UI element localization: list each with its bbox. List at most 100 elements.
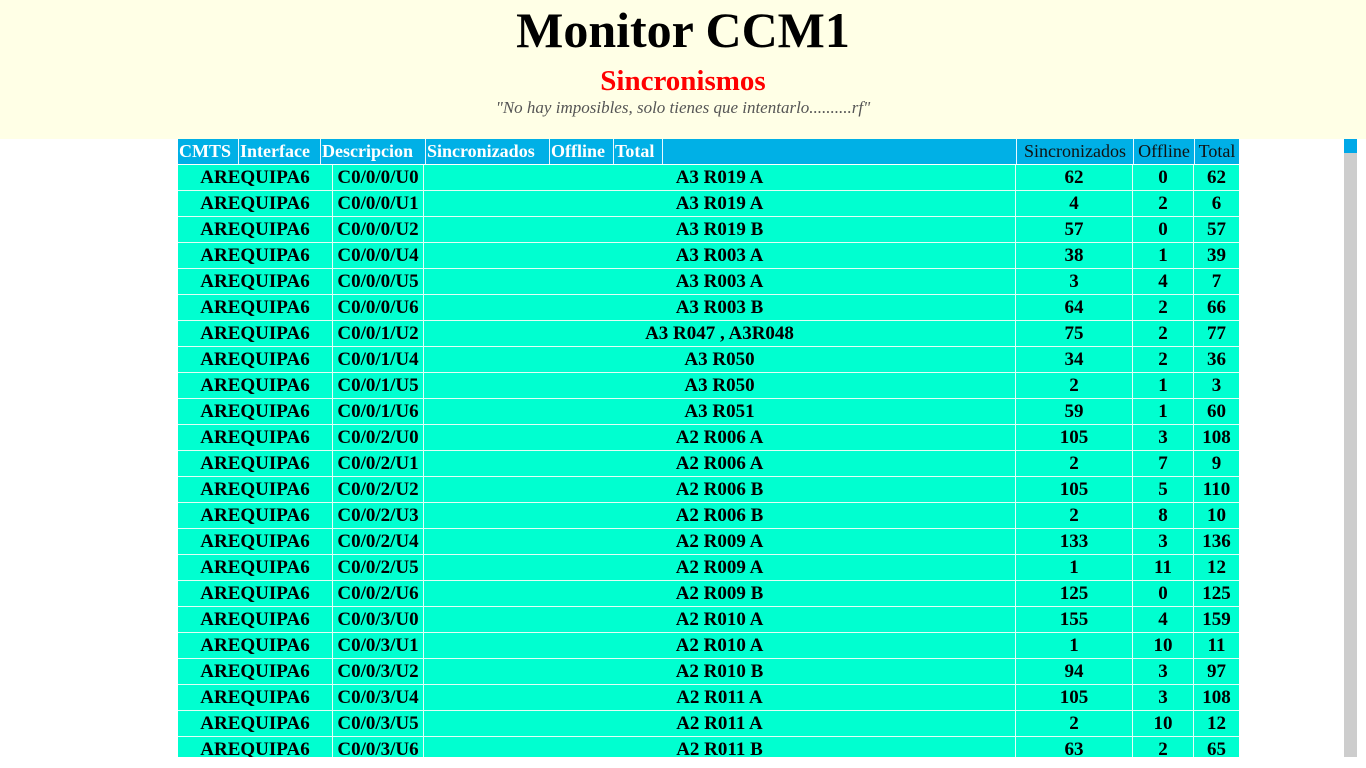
table-row: AREQUIPA6 C0/0/2/U1 A2 R006 A279 — [178, 451, 1239, 477]
cell-descripcion: A2 R009 B — [424, 581, 1016, 606]
cell-offline: 2 — [1133, 295, 1194, 320]
table-row: AREQUIPA6 C0/0/3/U2 A2 R010 B 94 3 97 — [178, 659, 1239, 685]
header-descripcion: Descripcion — [321, 139, 426, 164]
cell-total: 36 — [1207, 349, 1226, 370]
cell-total: 39 — [1207, 245, 1226, 266]
cell-descripcion: A2 R006 B — [424, 477, 1016, 502]
cell-offline: 8 — [1133, 503, 1194, 528]
cell-descripcion: A3 R003 B — [424, 295, 1016, 320]
cell-interface: C0/0/0/U6 — [333, 295, 424, 320]
cell-sincronizados: 133 — [1016, 529, 1133, 554]
cell-interface: C0/0/0/U2 — [333, 217, 424, 242]
page-title: Monitor CCM1 — [516, 2, 850, 58]
cell-cmts: AREQUIPA6 — [178, 295, 333, 320]
cell-total: 11 — [1207, 635, 1226, 656]
cell-offline: 10 — [1133, 633, 1194, 658]
cell-interface: C0/0/2/U5 — [333, 555, 424, 580]
cell-sincronizados: 64 — [1016, 295, 1133, 320]
cell-interface: C0/0/2/U1 — [333, 451, 424, 476]
cell-offline: 11 — [1133, 555, 1194, 580]
cell-total: 108 — [1202, 687, 1231, 708]
cell-cmts: AREQUIPA6 — [178, 555, 333, 580]
cell-descripcion: A2 R010 B — [424, 659, 1016, 684]
cell-descripcion: A2 R010 A — [424, 633, 1016, 658]
table-row: AREQUIPA6 C0/0/3/U4 A2 R011 A 105 3 108 — [178, 685, 1239, 711]
cell-total: 12 — [1207, 557, 1226, 578]
cell-sincronizados: 105 — [1016, 425, 1133, 450]
cell-total: 136 — [1202, 531, 1231, 552]
cell-sincronizados: 105 — [1016, 685, 1133, 710]
cell-descripcion: A2 R009 A — [424, 529, 1016, 554]
cell-descripcion: A2 R011 A — [424, 711, 1016, 736]
cell-total: 7 — [1211, 271, 1222, 292]
cell-offline: 3 — [1133, 529, 1194, 554]
cell-offline: 1 — [1133, 399, 1194, 424]
cell-offline: 3 — [1133, 685, 1194, 710]
table-row: AREQUIPA6 C0/0/0/U6 A3 R003 B 64 2 66 — [178, 295, 1239, 321]
cell-cmts: AREQUIPA6 — [178, 477, 333, 502]
cell-total: 97 — [1207, 661, 1226, 682]
cell-descripcion: A2 R006 B — [424, 503, 1016, 528]
cell-total: 110 — [1202, 479, 1231, 500]
cell-descripcion: A2 R011 A — [424, 685, 1016, 710]
cell-descripcion: A3 R050 — [424, 347, 1016, 372]
table-body: AREQUIPA6 C0/0/0/U0 A3 R019 A 62 0 62 AREQUIPA… — [178, 165, 1239, 757]
cell-offline: 4 — [1133, 269, 1194, 294]
cell-cmts: AREQUIPA6 — [178, 659, 333, 684]
cell-total: 65 — [1207, 739, 1226, 757]
cell-cmts: AREQUIPA6 — [178, 711, 333, 736]
cell-sincronizados: 4 — [1016, 191, 1133, 216]
cell-offline: 2 — [1133, 191, 1194, 216]
cell-interface: C0/0/1/U2 — [333, 321, 424, 346]
cell-interface: C0/0/2/U2 — [333, 477, 424, 502]
table-row: AREQUIPA6 C0/0/3/U0 A2 R010 A 155 4 159 — [178, 607, 1239, 633]
header-cmts: CMTS — [178, 139, 239, 164]
table-row: AREQUIPA6 C0/0/2/U5 A2 R009 A 1 11 12 — [178, 555, 1239, 581]
cell-sincronizados: 34 — [1016, 347, 1133, 372]
cell-offline: 10 — [1133, 711, 1194, 736]
cell-cmts: AREQUIPA6 — [178, 373, 333, 398]
vertical-scrollbar[interactable] — [1344, 139, 1357, 757]
cell-descripcion: A3 R019 A — [424, 165, 1016, 190]
table-row: AREQUIPA6 C0/0/3/U6 A2 R011 B 63 2 65 — [178, 737, 1239, 757]
cell-interface: C0/0/3/U0 — [333, 607, 424, 632]
cell-descripcion: A3 R047 , A3R048 — [424, 321, 1016, 346]
cell-interface: C0/0/3/U2 — [333, 659, 424, 684]
cell-descripcion: A2 R006 A — [424, 451, 1016, 476]
table-header-row: CMTS Interface Descripcion Sincronizados… — [178, 139, 1239, 164]
cell-cmts: AREQUIPA6 — [178, 685, 333, 710]
cell-sincronizados: 2 — [1016, 711, 1133, 736]
header-sincronizados-right: Sincronizados — [1016, 139, 1133, 164]
cell-sincronizados: 1 — [1016, 633, 1133, 658]
cell-cmts: AREQUIPA6 — [178, 737, 333, 757]
header-total: Total — [614, 139, 663, 164]
header-interface: Interface — [239, 139, 321, 164]
cell-total: 159 — [1202, 609, 1231, 630]
cell-offline: 2 — [1133, 347, 1194, 372]
cell-interface: C0/0/3/U6 — [333, 737, 424, 757]
table-row: AREQUIPA6 C0/0/3/U1 A2 R010 A 1 10 11 — [178, 633, 1239, 659]
cell-total: 10 — [1207, 505, 1226, 526]
page-header: Monitor CCM1 Sincronismos "No hay imposi… — [0, 0, 1366, 139]
table-row: AREQUIPA6 C0/0/0/U0 A3 R019 A 62 0 62 — [178, 165, 1239, 191]
cell-interface: C0/0/0/U5 — [333, 269, 424, 294]
cell-sincronizados: 3 — [1016, 269, 1133, 294]
cell-cmts: AREQUIPA6 — [178, 217, 333, 242]
cell-interface: C0/0/3/U4 — [333, 685, 424, 710]
cell-sincronizados: 63 — [1016, 737, 1133, 757]
cell-total: 57 — [1207, 219, 1226, 240]
cell-descripcion: A2 R006 A — [424, 425, 1016, 450]
cell-total: 9 — [1211, 453, 1222, 474]
cell-cmts: AREQUIPA6 — [178, 451, 333, 476]
cell-cmts: AREQUIPA6 — [178, 399, 333, 424]
cell-cmts: AREQUIPA6 — [178, 165, 333, 190]
cell-total: 62 — [1207, 167, 1226, 188]
scrollbar-thumb[interactable] — [1344, 139, 1357, 153]
table-row: AREQUIPA6 C0/0/1/U2 A3 R047 , A3R048 75 2 77 — [178, 321, 1239, 347]
cell-sincronizados: 62 — [1016, 165, 1133, 190]
cell-cmts: AREQUIPA6 — [178, 243, 333, 268]
table-row: AREQUIPA6 C0/0/0/U5 A3 R003 A347 — [178, 269, 1239, 295]
cell-total: 77 — [1207, 323, 1226, 344]
cell-sincronizados: 57 — [1016, 217, 1133, 242]
cell-offline: 1 — [1133, 373, 1194, 398]
